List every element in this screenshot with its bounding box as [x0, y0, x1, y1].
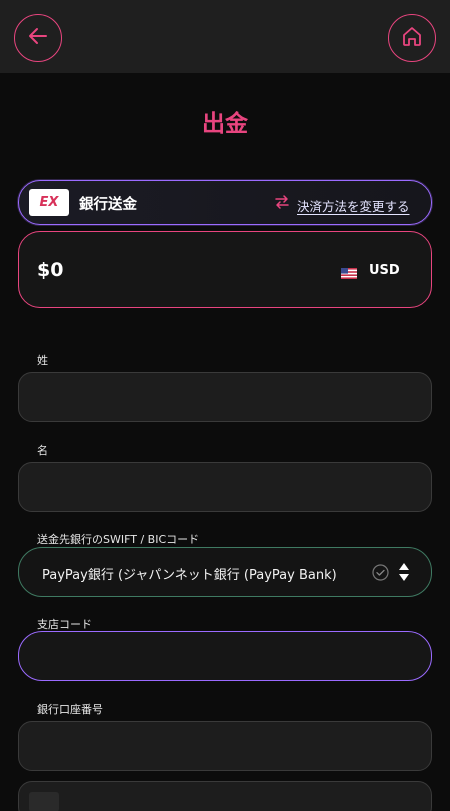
change-payment-method-link[interactable]: 決済方法を変更する [297, 196, 410, 215]
account-number-input[interactable] [18, 721, 432, 771]
payment-method-card[interactable]: EX 銀行送金 決済方法を変更する [18, 180, 432, 225]
amount-value[interactable]: $0 [37, 259, 63, 281]
back-button[interactable] [14, 14, 62, 62]
bank-transfer-logo: EX [29, 189, 69, 216]
branch-code-label: 支店コード [37, 618, 92, 631]
account-number-label: 銀行口座番号 [37, 703, 103, 716]
amount-card[interactable]: $0 USD [18, 231, 432, 308]
swap-arrows-icon [274, 194, 290, 214]
top-bar [0, 0, 450, 73]
swift-select[interactable]: PayPay銀行 (ジャパンネット銀行 (PayPay Bank) [18, 547, 432, 597]
swift-label: 送金先銀行のSWIFT / BICコード [37, 533, 200, 546]
card-thumbnail [29, 792, 59, 811]
next-section-card[interactable] [18, 781, 432, 811]
home-icon [401, 25, 423, 51]
first-name-label: 名 [37, 444, 48, 457]
currency-code[interactable]: USD [369, 263, 400, 278]
last-name-input[interactable] [18, 372, 432, 422]
page-title: 出金 [202, 111, 248, 137]
last-name-label: 姓 [37, 354, 48, 367]
branch-code-input[interactable] [18, 631, 432, 681]
home-button[interactable] [388, 14, 436, 62]
arrow-left-icon [27, 25, 49, 51]
select-arrows-icon [398, 562, 410, 586]
swift-selected-value: PayPay銀行 (ジャパンネット銀行 (PayPay Bank) [42, 568, 337, 583]
first-name-input[interactable] [18, 462, 432, 512]
us-flag-icon [341, 264, 357, 283]
check-circle-icon [372, 564, 389, 585]
payment-method-name: 銀行送金 [79, 197, 137, 213]
